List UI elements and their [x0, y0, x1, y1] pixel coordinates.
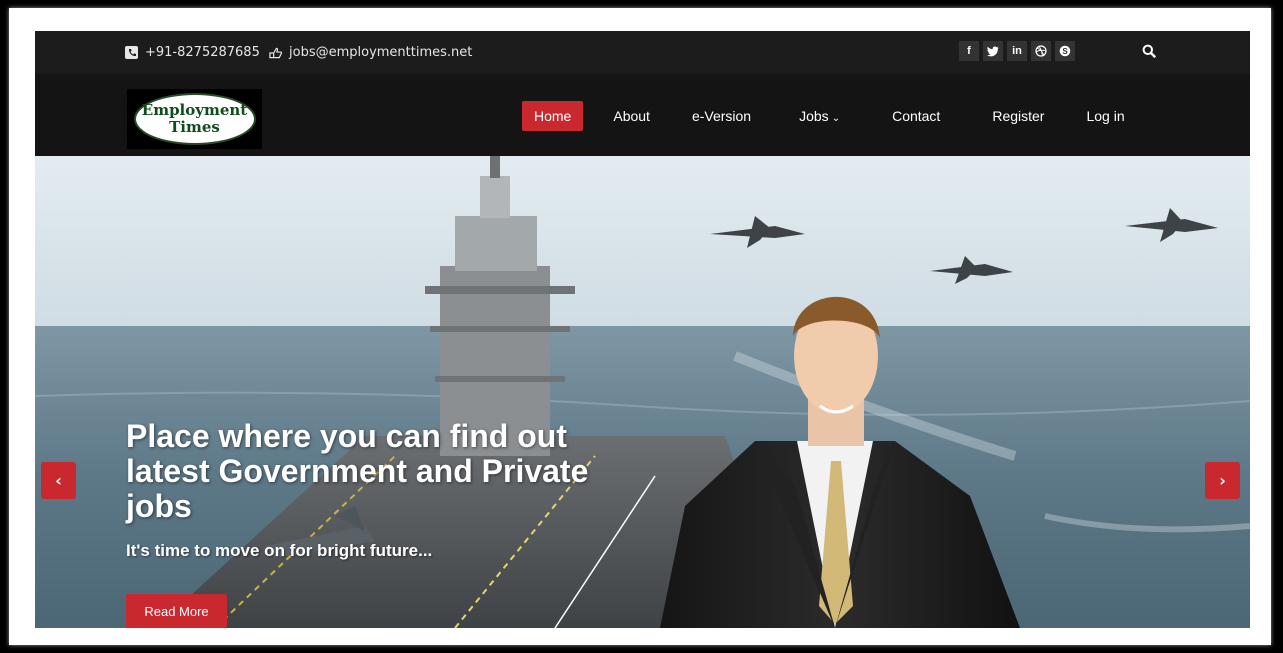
logo-line2: Times	[169, 118, 220, 136]
nav-item-jobs-label: Jobs	[799, 108, 829, 124]
dribbble-icon[interactable]	[1031, 41, 1051, 61]
hand-pointer-icon	[269, 46, 282, 59]
phone-number: +91-8275287685	[145, 45, 260, 60]
nav-item-about[interactable]: About	[601, 101, 662, 131]
hero-slider: Place where you can find out latest Gove…	[35, 156, 1250, 628]
main-navbar: Employment Times Home About e-Version Jo…	[35, 74, 1250, 156]
social-links: f in S	[959, 41, 1075, 61]
top-bar: +91-8275287685 jobs@employmenttimes.net …	[35, 31, 1250, 74]
email-address: jobs@employmenttimes.net	[289, 45, 473, 60]
logo-line1: Employment	[141, 101, 248, 119]
search-icon[interactable]	[1142, 44, 1158, 60]
nav-item-register[interactable]: Register	[980, 101, 1056, 131]
logo-badge: Employment Times	[133, 93, 256, 145]
skype-icon[interactable]: S	[1055, 41, 1075, 61]
svg-text:S: S	[1062, 47, 1068, 56]
nav-item-home[interactable]: Home	[522, 101, 584, 131]
screenshot-frame: +91-8275287685 jobs@employmenttimes.net …	[0, 0, 1283, 653]
slider-next-button[interactable]: ›	[1205, 462, 1240, 499]
slider-prev-button[interactable]: ‹	[41, 462, 76, 499]
hero-subtitle: It's time to move on for bright future..…	[126, 541, 433, 560]
hero-title: Place where you can find out latest Gove…	[126, 418, 589, 524]
linkedin-icon[interactable]: in	[1007, 41, 1027, 61]
read-more-button[interactable]: Read More	[126, 594, 227, 628]
facebook-icon[interactable]: f	[959, 41, 979, 61]
site-logo[interactable]: Employment Times	[127, 89, 262, 149]
chevron-left-icon: ‹	[55, 471, 62, 490]
nav-menu: Home About e-Version Jobs ⌄ Contact Regis…	[522, 101, 1155, 131]
website-page: +91-8275287685 jobs@employmenttimes.net …	[35, 31, 1250, 628]
email-contact[interactable]: jobs@employmenttimes.net	[269, 45, 472, 60]
nav-item-login[interactable]: Log in	[1074, 101, 1136, 131]
phone-icon	[125, 46, 138, 59]
nav-item-e-version[interactable]: e-Version	[680, 101, 763, 131]
phone-contact[interactable]: +91-8275287685	[125, 45, 260, 60]
chevron-right-icon: ›	[1219, 471, 1226, 490]
nav-item-contact[interactable]: Contact	[880, 101, 952, 131]
nav-item-jobs[interactable]: Jobs ⌄	[787, 101, 852, 131]
twitter-icon[interactable]	[983, 41, 1003, 61]
chevron-down-icon: ⌄	[831, 113, 841, 124]
